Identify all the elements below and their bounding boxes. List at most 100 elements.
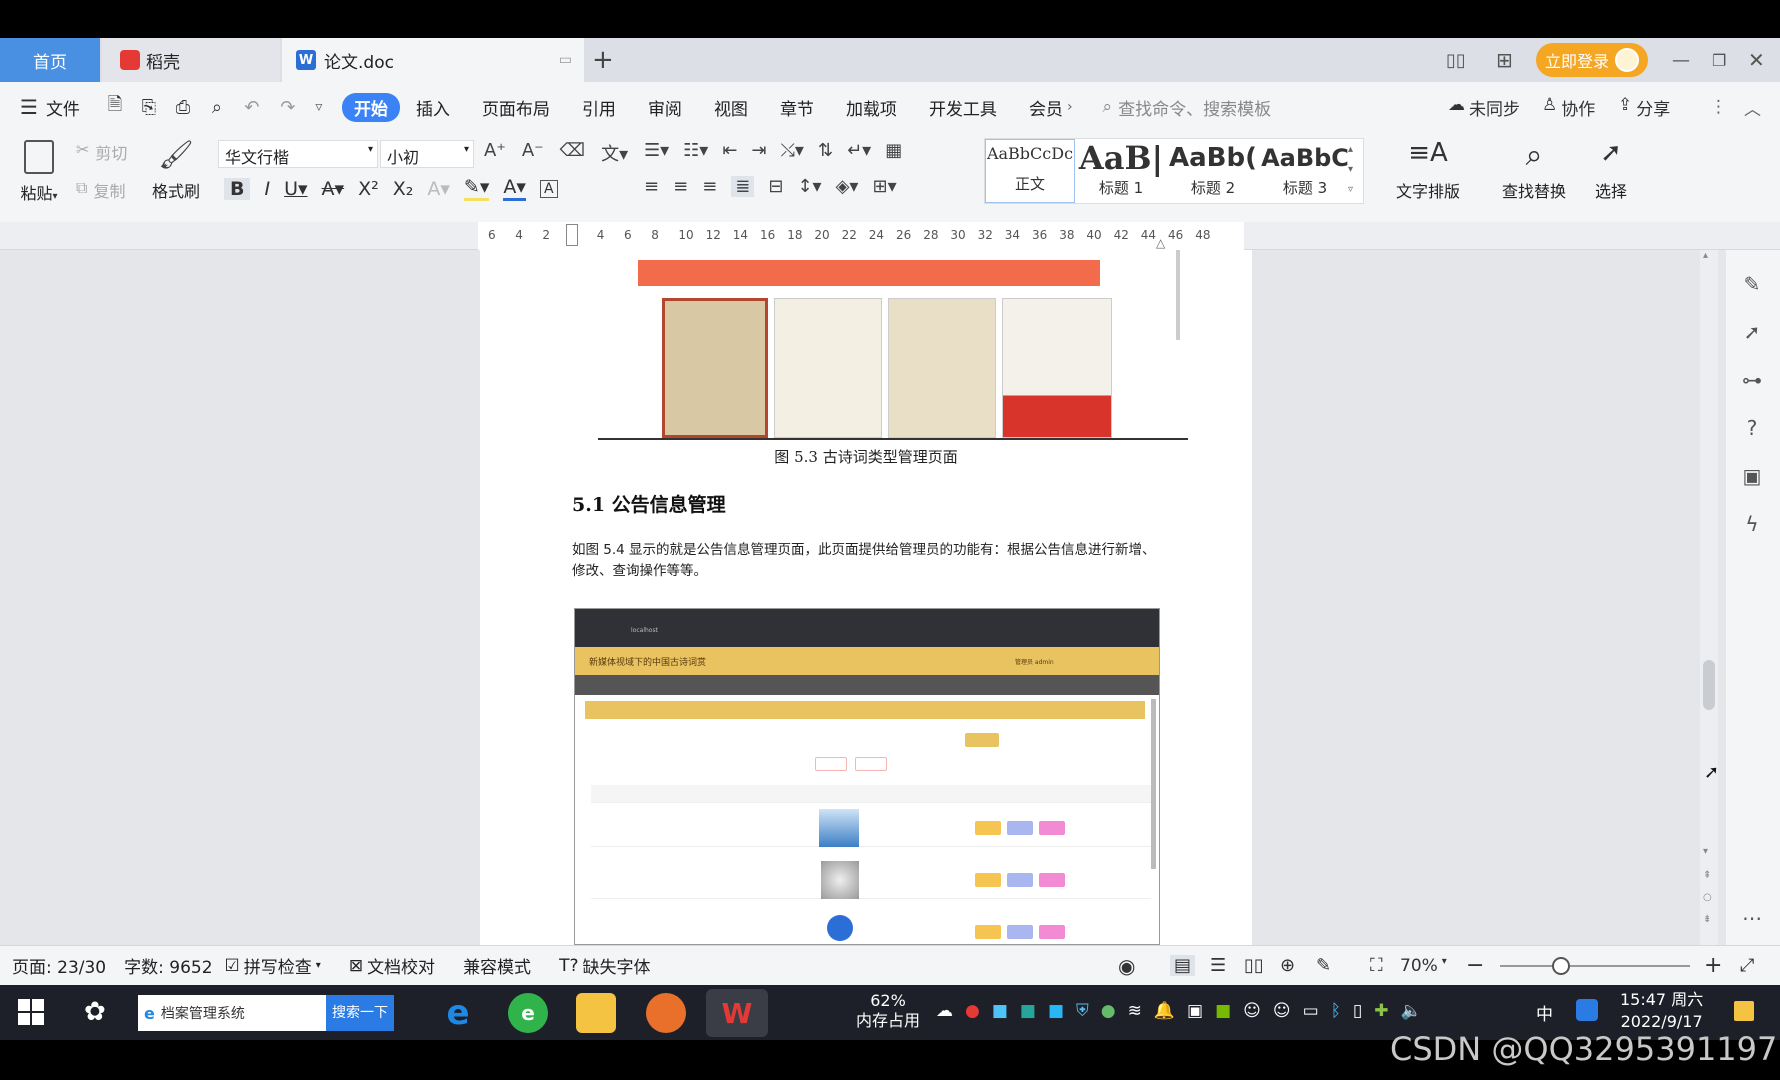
font-size-select[interactable]: 小初 ▾ xyxy=(380,140,474,168)
scroll-up-arrow[interactable]: ▴ xyxy=(1703,250,1715,270)
taskbar-search[interactable]: e 档案管理系统 搜索一下 xyxy=(138,995,394,1031)
grid-icon[interactable]: ⊞ xyxy=(1496,38,1526,82)
customize-icon[interactable]: ▿ xyxy=(306,99,332,115)
tray-app-icon[interactable]: ● xyxy=(1101,1001,1116,1021)
scroll-thumb[interactable] xyxy=(1703,660,1715,710)
proofread-button[interactable]: ⊠ 文档校对 xyxy=(349,953,435,979)
login-button[interactable]: 立即登录 xyxy=(1536,43,1648,77)
line-spacing-icon[interactable]: ↕▾ xyxy=(797,176,821,197)
menu-tab-start[interactable]: 开始 xyxy=(341,92,400,122)
battery-icon[interactable]: ▭ xyxy=(1303,1001,1319,1021)
bell-icon[interactable]: 🔔 xyxy=(1154,1001,1175,1021)
redo-icon[interactable]: ↷ xyxy=(270,97,306,118)
browser-360-icon[interactable]: e xyxy=(508,993,548,1033)
ime-indicator[interactable]: 中 xyxy=(1536,1000,1553,1025)
web-view-icon[interactable]: ⊕ xyxy=(1280,955,1295,976)
missing-font-button[interactable]: T? 缺失字体 xyxy=(559,953,650,979)
ie-browser-icon[interactable]: e xyxy=(438,993,478,1033)
nvidia-icon[interactable]: ■ xyxy=(1215,1001,1231,1021)
shrink-font-icon[interactable]: A⁻ xyxy=(522,140,544,166)
style-heading2[interactable]: AaBb( 标题 2 xyxy=(1167,139,1259,203)
sort-icon[interactable]: ⇅ xyxy=(818,140,833,161)
monitor-icon[interactable]: ▭ xyxy=(559,52,572,68)
cut-button[interactable]: ✂ 剪切 xyxy=(76,140,127,164)
zoom-in-button[interactable]: + xyxy=(1704,953,1722,978)
more-icon[interactable]: ⋮ xyxy=(1710,97,1727,117)
outline-view-icon[interactable]: ☰ xyxy=(1210,955,1226,976)
windows-start-icon[interactable] xyxy=(18,999,44,1025)
strikethrough-button[interactable]: A▾ xyxy=(322,178,345,200)
spell-check-button[interactable]: ☑ 拼写检查 ▾ xyxy=(225,953,321,979)
numbered-list-icon[interactable]: ☷▾ xyxy=(683,140,708,161)
page-count[interactable]: 页面: 23/30 xyxy=(12,953,106,978)
font-color-button[interactable]: A▾ xyxy=(503,176,526,201)
tray-app-icon[interactable]: ■ xyxy=(1048,1001,1064,1021)
align-center-icon[interactable]: ≡ xyxy=(673,176,688,197)
app-launcher-icon[interactable]: ✿ xyxy=(84,997,106,1027)
grow-font-icon[interactable]: A⁺ xyxy=(484,140,506,166)
preview-icon[interactable]: ⌕ xyxy=(200,97,234,118)
taskbar-search-button[interactable]: 搜索一下 xyxy=(326,995,394,1031)
wps-icon[interactable]: W xyxy=(706,989,768,1037)
subscript-button[interactable]: X₂ xyxy=(393,178,414,200)
fullscreen-icon[interactable]: ⤢ xyxy=(1740,955,1754,976)
pointer-icon[interactable]: ➚ xyxy=(1738,318,1766,346)
format-painter-button[interactable]: 🖌 格式刷 xyxy=(148,138,204,202)
justify-icon[interactable]: ≣ xyxy=(731,176,755,197)
char-border-button[interactable]: A xyxy=(539,179,558,198)
style-heading3[interactable]: AaBbC 标题 3 xyxy=(1259,139,1351,203)
save-icon[interactable]: 🗎 xyxy=(98,92,132,122)
bold-button[interactable]: B xyxy=(224,177,251,200)
menu-tab-member[interactable]: 会员 xyxy=(1029,95,1063,120)
left-indent-marker[interactable] xyxy=(566,224,578,246)
bluetooth-icon[interactable]: ᛒ xyxy=(1331,1001,1341,1021)
ime-app-icon[interactable] xyxy=(1576,999,1598,1021)
menu-tab-view[interactable]: 视图 xyxy=(714,95,748,120)
horizontal-ruler[interactable]: 6422468101214161820222426283032343638404… xyxy=(0,222,1780,250)
new-tab-button[interactable]: + xyxy=(592,38,620,82)
fit-page-icon[interactable]: ⛶ xyxy=(1370,955,1383,976)
slider-settings-icon[interactable]: ⊶ xyxy=(1738,366,1766,394)
eye-protect-icon[interactable]: ◉ xyxy=(1118,954,1135,978)
more-tools-icon[interactable]: ⋯ xyxy=(1738,904,1766,932)
decrease-indent-icon[interactable]: ⇤ xyxy=(722,140,737,161)
lightning-icon[interactable]: ϟ xyxy=(1738,510,1766,538)
page-view-icon[interactable]: ▤ xyxy=(1170,955,1196,976)
weather-icon[interactable]: ☁ xyxy=(936,1001,953,1021)
increase-indent-icon[interactable]: ⇥ xyxy=(751,140,766,161)
memory-usage[interactable]: 62% 内存占用 xyxy=(856,991,920,1031)
vertical-scrollbar[interactable]: ▴ ▾ ⇞ ○ ⇟ xyxy=(1700,250,1718,945)
prev-page-icon[interactable]: ⇞ xyxy=(1703,870,1711,881)
chinese-layout-icon[interactable]: ⤯▾ xyxy=(781,140,804,161)
writing-mode-icon[interactable]: ✎ xyxy=(1316,955,1331,976)
underline-button[interactable]: U▾ xyxy=(284,178,307,200)
paste-button[interactable]: 粘贴▾ xyxy=(14,138,64,210)
zoom-slider-thumb[interactable] xyxy=(1552,957,1570,975)
qq-icon[interactable]: ☺ xyxy=(1273,1001,1291,1021)
volume-icon[interactable]: 🔈 xyxy=(1401,1001,1422,1021)
right-indent-marker[interactable]: △ xyxy=(1156,236,1165,250)
italic-button[interactable]: I xyxy=(264,178,270,200)
style-normal[interactable]: AaBbCcDc 正文 xyxy=(985,139,1075,203)
align-right-icon[interactable]: ≡ xyxy=(702,176,717,197)
distribute-icon[interactable]: ⊟ xyxy=(768,176,783,197)
bullet-list-icon[interactable]: ☰▾ xyxy=(644,140,669,161)
collapse-ribbon-icon[interactable]: ︿ xyxy=(1744,95,1761,120)
document-page[interactable]: 图 5.3 古诗词类型管理页面 5.1 公告信息管理 如图 5.4 显示的就是公… xyxy=(480,250,1252,945)
pen-icon[interactable]: ✎ xyxy=(1738,270,1766,298)
tray-app-icon[interactable]: ■ xyxy=(1020,1001,1036,1021)
scroll-down-arrow[interactable]: ▾ xyxy=(1703,846,1708,857)
word-count[interactable]: 字数: 9652 xyxy=(124,953,212,978)
minimize-button[interactable]: — xyxy=(1672,38,1696,82)
export-icon[interactable]: ⎘ xyxy=(132,97,166,118)
file-explorer-icon[interactable] xyxy=(576,993,616,1033)
next-page-icon[interactable]: ⇟ xyxy=(1703,914,1711,925)
collab-button[interactable]: ♙ 协作 xyxy=(1542,95,1595,120)
shading-icon[interactable]: ◈▾ xyxy=(836,176,859,197)
usb-icon[interactable]: ▯ xyxy=(1353,1001,1362,1021)
wifi-icon[interactable]: ≋ xyxy=(1128,1001,1142,1021)
qq-icon[interactable]: ☺ xyxy=(1243,1001,1261,1021)
borders-icon[interactable]: ⊞▾ xyxy=(872,176,896,197)
superscript-button[interactable]: X² xyxy=(358,178,379,200)
find-replace-button[interactable]: ⌕ 查找替换 xyxy=(1494,138,1574,202)
